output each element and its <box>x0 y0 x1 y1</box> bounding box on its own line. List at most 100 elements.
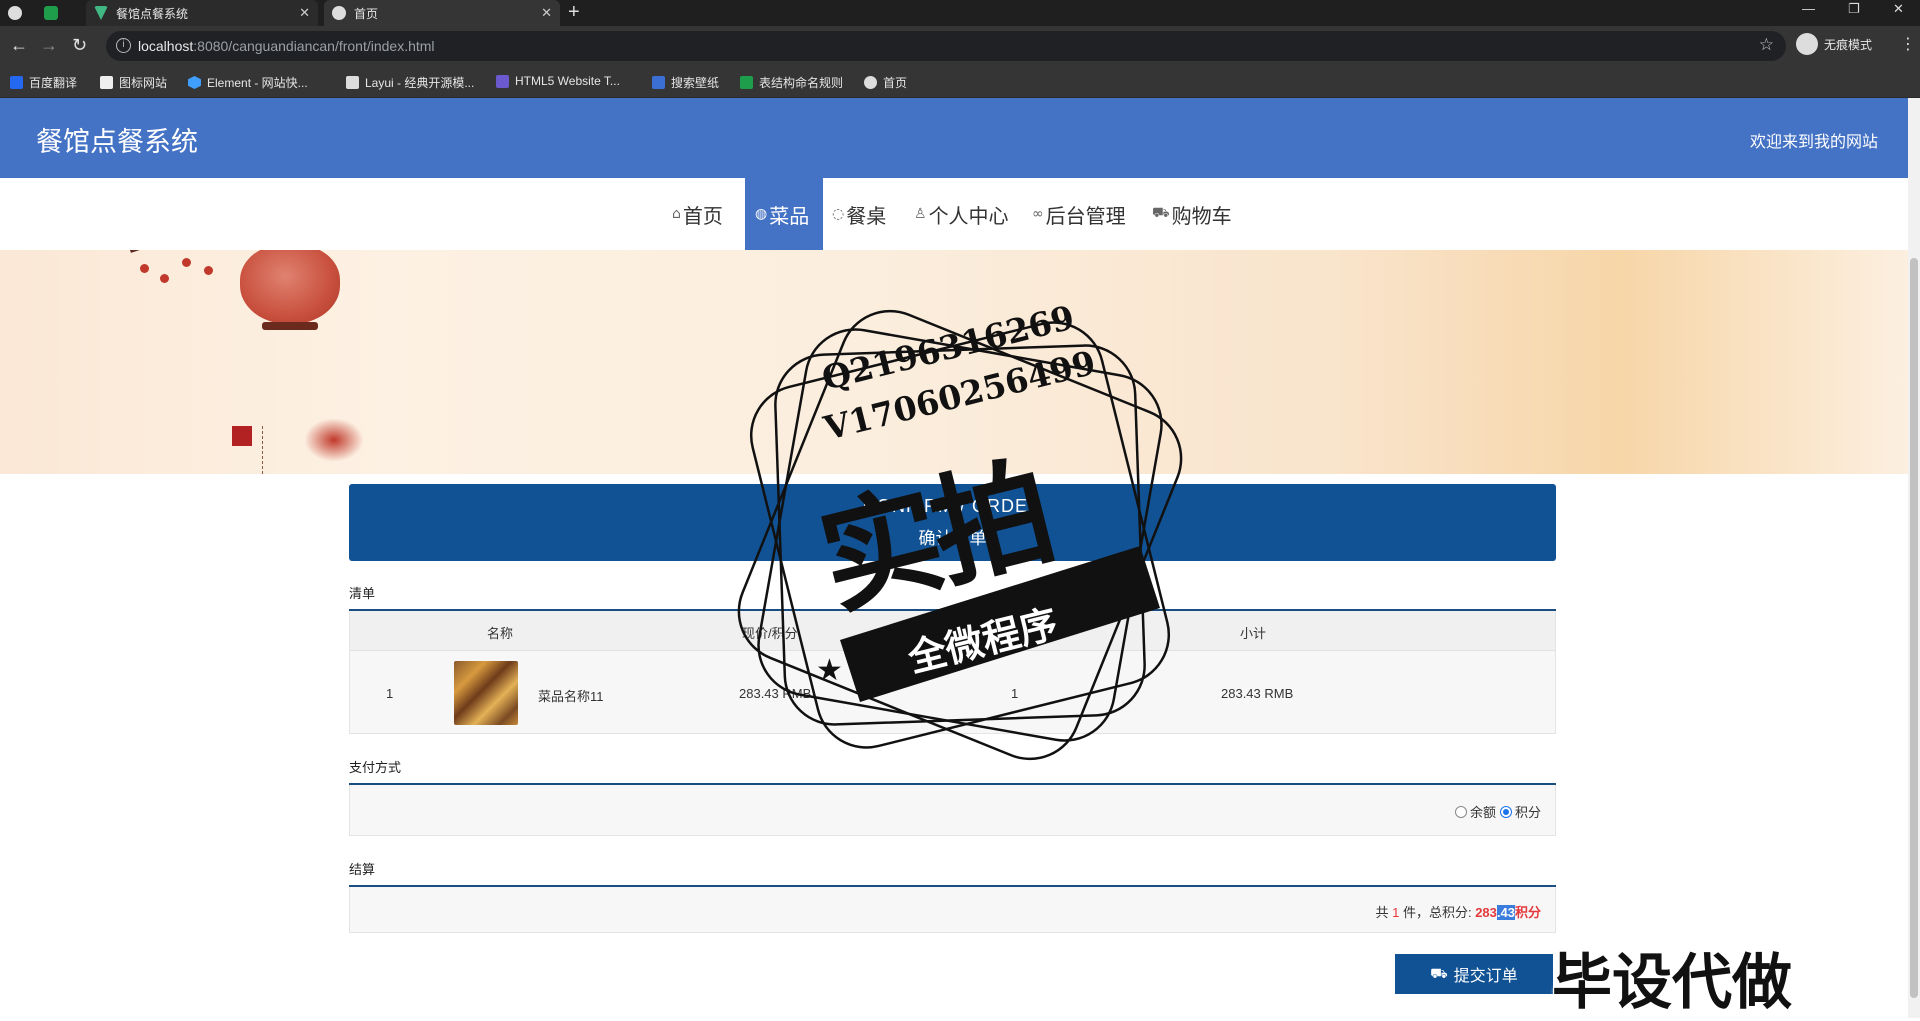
sheet-icon <box>740 76 753 89</box>
incognito-icon <box>1796 33 1818 55</box>
bookmark-item[interactable]: HTML5 Website T... <box>496 74 620 88</box>
brush-stroke-decoration <box>304 418 364 462</box>
tab-pinned-sheet[interactable] <box>44 0 74 26</box>
lantern-cap-decoration <box>262 322 318 330</box>
bookmarks-bar: 百度翻译 图标网站 Element - 网站快... Layui - 经典开源模… <box>0 66 1920 98</box>
nav-label: 后台管理 <box>1045 203 1126 228</box>
dish-quantity: 1 <box>1011 686 1019 701</box>
bookmark-label: HTML5 Website T... <box>515 74 620 88</box>
radio-points-label[interactable]: 积分 <box>1515 802 1541 821</box>
scroll-thumb[interactable] <box>1910 258 1918 998</box>
close-icon[interactable]: ✕ <box>541 5 552 21</box>
radio-balance-label[interactable]: 余额 <box>1470 802 1496 821</box>
total-points-dec: .43 <box>1496 905 1515 920</box>
url-host: localhost <box>138 38 194 54</box>
nav-label: 个人中心 <box>928 203 1009 228</box>
close-icon[interactable]: ✕ <box>299 5 310 21</box>
settlement-summary: 共 1 件，总积分: 283.43积分 <box>1375 902 1541 921</box>
lantern-decoration <box>240 250 340 324</box>
col-header-price: 现价/积分 <box>742 626 798 641</box>
main-nav: ⌂ 首页 ◍ 菜品 ◌ 餐桌 ♙ 个人中心 ∞ 后台管理 ⛟ 购物车 <box>0 178 1908 250</box>
dish-subtotal: 283.43 RMB <box>1221 686 1294 701</box>
radio-points[interactable] <box>1499 805 1512 818</box>
bookmark-item[interactable]: 搜索壁纸 <box>652 74 719 91</box>
site-header: 餐馆点餐系统 欢迎来到我的网站 <box>0 98 1908 178</box>
globe-icon <box>8 6 22 20</box>
bookmark-label: 搜索壁纸 <box>671 76 720 90</box>
flag-icon <box>100 76 113 89</box>
forward-icon[interactable]: → <box>40 35 58 55</box>
globe-icon: ◍ <box>755 206 768 222</box>
bookmark-item[interactable]: 图标网站 <box>100 74 167 91</box>
wallpaper-icon <box>652 76 665 89</box>
watermark-corner-text: 毕设代做 <box>1552 948 1792 1018</box>
submit-order-button[interactable]: ⛟ 提交订单 <box>1395 954 1553 994</box>
bookmark-item[interactable]: Element - 网站快... <box>188 74 308 91</box>
omnibox[interactable]: i localhost:8080/canguandiancan/front/in… <box>106 31 1786 61</box>
url-path: :8080/canguandiancan/front/index.html <box>193 38 435 54</box>
cart-icon: ⛟ <box>1152 205 1170 221</box>
vue-icon <box>94 6 108 20</box>
tab-pinned-globe[interactable] <box>8 0 38 26</box>
sheet-icon <box>44 6 58 20</box>
settlement-panel: 共 1 件，总积分: 283.43积分 <box>349 887 1556 933</box>
blossom-decoration <box>140 264 149 273</box>
element-icon <box>188 76 201 89</box>
incognito-indicator[interactable]: 无痕模式 <box>1796 33 1872 55</box>
bookmark-label: 百度翻译 <box>29 76 78 90</box>
home-icon: ⌂ <box>672 206 681 222</box>
nav-item-admin[interactable]: ∞ 后台管理 <box>1032 178 1126 250</box>
col-header-name: 名称 <box>487 626 514 641</box>
dish-name[interactable]: 菜品名称11 <box>538 686 604 705</box>
red-seal-decoration <box>232 426 252 446</box>
bookmark-item[interactable]: 首页 <box>864 74 907 91</box>
palette-icon: ◌ <box>832 206 845 222</box>
payment-section-label: 支付方式 <box>349 760 402 775</box>
item-count: 1 <box>1392 905 1400 920</box>
baidu-translate-icon <box>10 76 23 89</box>
nav-item-home[interactable]: ⌂ 首页 <box>672 178 723 250</box>
nav-item-tables[interactable]: ◌ 餐桌 <box>832 178 886 250</box>
cart-icon: ⛟ <box>1430 964 1448 981</box>
count-unit: 件，总积分: <box>1402 905 1472 920</box>
new-tab-button[interactable]: + <box>568 2 580 22</box>
tab-title: 首页 <box>354 6 379 21</box>
dish-image[interactable] <box>454 661 518 725</box>
back-icon[interactable]: ← <box>10 35 28 55</box>
url-text[interactable]: localhost:8080/canguandiancan/front/inde… <box>138 38 435 54</box>
payment-options: 余额 积分 <box>1454 802 1541 821</box>
globe-icon <box>864 76 877 89</box>
reload-icon[interactable]: ↻ <box>72 35 87 55</box>
payment-panel: 余额 积分 <box>349 785 1556 836</box>
bookmark-star-icon[interactable]: ☆ <box>1759 35 1774 55</box>
info-icon[interactable]: i <box>116 38 131 53</box>
nav-label: 菜品 <box>769 203 810 228</box>
page-scrollbar[interactable] <box>1908 98 1920 1018</box>
bookmark-label: 表结构命名规则 <box>759 76 844 90</box>
bookmark-item[interactable]: 百度翻译 <box>10 74 77 91</box>
nav-item-profile[interactable]: ♙ 个人中心 <box>914 178 1009 250</box>
total-points-unit: 积分 <box>1514 905 1541 920</box>
tab-home[interactable]: 首页 ✕ <box>324 0 560 26</box>
blossom-decoration <box>182 258 191 267</box>
nav-label: 首页 <box>682 203 723 228</box>
incognito-label: 无痕模式 <box>1824 37 1873 52</box>
bookmark-item[interactable]: 表结构命名规则 <box>740 74 843 91</box>
radio-balance[interactable] <box>1454 805 1467 818</box>
html5-icon <box>496 74 509 88</box>
address-bar-row: ← → ↻ i localhost:8080/canguandiancan/fr… <box>0 26 1920 66</box>
row-index: 1 <box>386 686 394 701</box>
blossom-decoration <box>204 266 213 275</box>
window-close-icon[interactable]: ✕ <box>1893 1 1904 17</box>
globe-icon <box>332 6 346 20</box>
blossom-decoration <box>160 274 169 283</box>
restore-icon[interactable]: ❐ <box>1848 1 1860 17</box>
tab-restaurant-system[interactable]: 餐馆点餐系统 ✕ <box>86 0 318 26</box>
tab-title: 餐馆点餐系统 <box>116 6 189 21</box>
nav-item-cart[interactable]: ⛟ 购物车 <box>1152 178 1232 250</box>
bookmark-item[interactable]: Layui - 经典开源模... <box>346 74 474 91</box>
nav-item-dishes[interactable]: ◍ 菜品 <box>745 178 823 250</box>
calligraphy-decoration <box>262 426 290 474</box>
minimize-icon[interactable]: — <box>1802 1 1815 16</box>
browser-menu-icon[interactable]: ⋮ <box>1900 34 1916 54</box>
